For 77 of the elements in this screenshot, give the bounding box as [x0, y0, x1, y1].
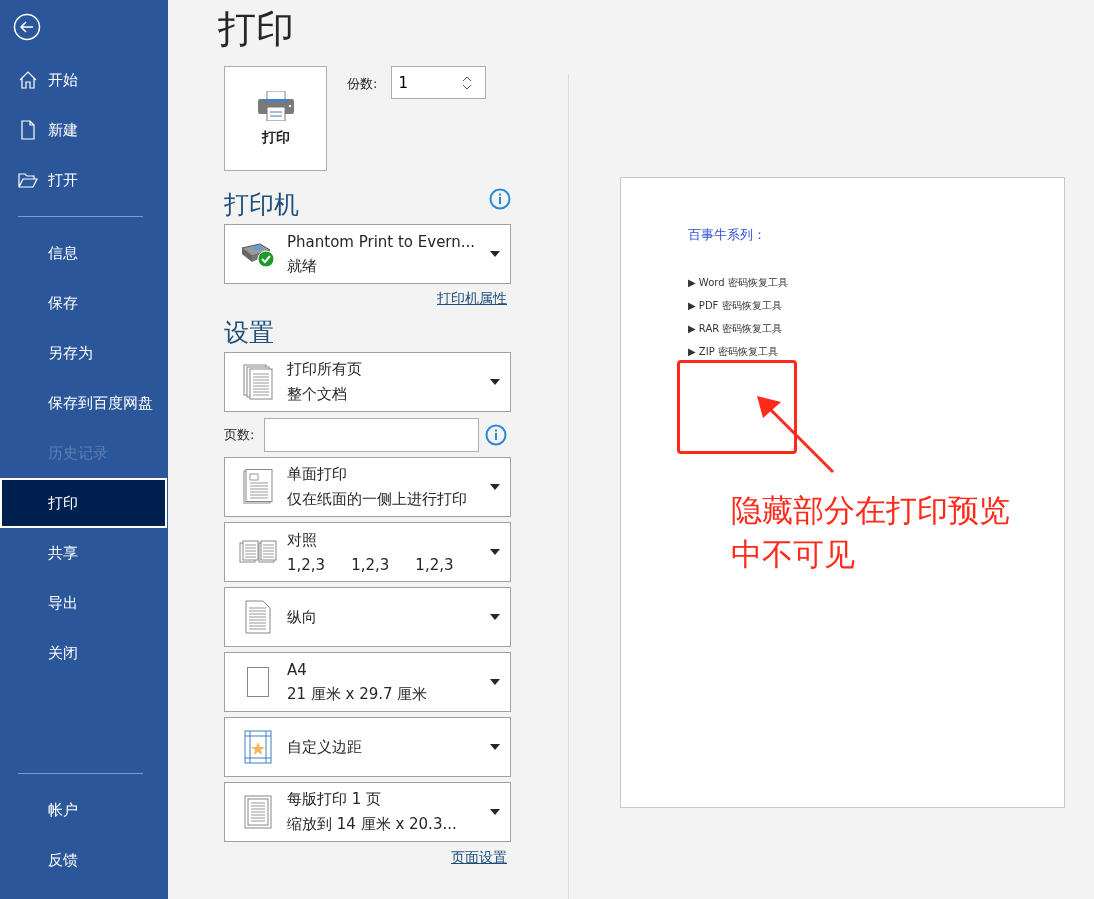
printer-properties-link[interactable]: 打印机属性	[437, 290, 507, 308]
copies-input[interactable]: 1	[392, 72, 463, 93]
page-icon	[244, 795, 272, 829]
caret-icon	[490, 549, 500, 555]
page-title: 打印	[217, 6, 295, 53]
preview-list-item: ▶ RAR 密码恢复工具	[688, 322, 784, 336]
document-icon	[18, 120, 38, 140]
printer-icon	[257, 90, 294, 121]
section-heading: 打印机	[224, 189, 299, 221]
home-icon	[18, 70, 38, 90]
annotation-text: 隐藏部分在打印预览中不可见	[731, 491, 1011, 574]
preview-list-item: ▶ PDF 密码恢复工具	[688, 299, 783, 313]
printer-ready-icon	[240, 240, 276, 268]
sidebar-item[interactable]: 关闭	[0, 628, 168, 678]
back-button[interactable]	[13, 13, 41, 41]
collate-order: 1,2,3	[415, 555, 454, 574]
settings-dropdown[interactable]: 单面打印 仅在纸面的一侧上进行打印	[224, 457, 511, 517]
section-heading: 设置	[224, 317, 274, 349]
sidebar-item[interactable]: 打开	[0, 155, 168, 205]
paper-icon	[247, 667, 269, 697]
caret-icon	[490, 744, 500, 750]
caret-icon	[490, 484, 500, 490]
caret-icon	[490, 679, 500, 685]
copies-label: 份数:	[347, 75, 378, 93]
option-title: 对照	[287, 530, 318, 550]
page-setup-link[interactable]: 页面设置	[451, 849, 507, 867]
info-icon	[489, 188, 511, 210]
preview-list-item: ▶ ZIP 密码恢复工具	[688, 345, 779, 359]
option-title: 每版打印 1 页	[287, 790, 383, 809]
settings-dropdown[interactable]: 纵向	[224, 587, 511, 647]
portrait-page-icon	[245, 600, 271, 634]
option-detail: 整个文档	[287, 385, 348, 404]
settings-dropdown[interactable]: 自定义边距	[224, 717, 511, 777]
caret-icon	[490, 614, 500, 620]
pages-input[interactable]	[264, 417, 480, 452]
option-title: 打印所有页	[287, 360, 363, 379]
option-detail: 21 厘米 x 29.7 厘米	[287, 684, 429, 704]
printer-dropdown[interactable]: Phantom Print to Evern... 就绪	[224, 224, 511, 284]
sidebar-item[interactable]: 另存为	[0, 328, 168, 378]
pages-label: 页数:	[224, 425, 255, 444]
settings-dropdown[interactable]: 对照 1,2,3 1,2,3 1,2,3	[224, 522, 511, 582]
collated-pages-icon	[239, 540, 277, 564]
sidebar-item[interactable]: 开始	[0, 55, 168, 105]
collate-order: 1,2,3	[351, 555, 390, 574]
sidebar-item[interactable]: 保存到百度网盘	[0, 378, 168, 428]
caret-icon	[490, 379, 500, 385]
pages-icon	[243, 364, 273, 400]
option-detail: 仅在纸面的一侧上进行打印	[287, 490, 468, 509]
option-title: A4	[287, 660, 308, 679]
caret-icon	[490, 809, 500, 815]
settings-dropdown[interactable]: 每版打印 1 页 缩放到 14 厘米 x 20.3...	[224, 782, 511, 842]
option-detail: 缩放到 14 厘米 x 20.3...	[287, 815, 458, 834]
page-icon	[243, 469, 273, 505]
sidebar-item[interactable]: 共享	[0, 528, 168, 578]
print-button[interactable]: 打印	[224, 66, 327, 171]
sidebar-item[interactable]: 新建	[0, 105, 168, 155]
printer-name: Phantom Print to Evern...	[287, 232, 477, 251]
option-title: 单面打印	[287, 465, 348, 484]
folder-icon	[18, 170, 38, 190]
option-title: 自定义边距	[287, 737, 363, 757]
caret-icon	[490, 251, 500, 257]
copies-spinner[interactable]: 1	[391, 66, 487, 99]
printer-status: 就绪	[287, 256, 318, 276]
preview-heading: 百事牛系列：	[688, 226, 767, 244]
margins-icon	[244, 730, 272, 764]
info-icon	[485, 423, 508, 446]
sidebar-item[interactable]: 信息	[0, 228, 168, 278]
collate-order: 1,2,3	[287, 555, 326, 574]
settings-dropdown[interactable]: A4 21 厘米 x 29.7 厘米	[224, 652, 511, 712]
preview-list-item: ▶ Word 密码恢复工具	[688, 276, 789, 290]
settings-dropdown[interactable]: 打印所有页 整个文档	[224, 352, 511, 412]
option-title: 纵向	[287, 607, 318, 627]
sidebar-item[interactable]: 保存	[0, 278, 168, 328]
sidebar-item[interactable]: 反馈	[0, 835, 168, 885]
sidebar-item[interactable]: 打印	[0, 478, 167, 528]
sidebar-item[interactable]: 帐户	[0, 785, 168, 835]
sidebar-item[interactable]: 导出	[0, 578, 168, 628]
